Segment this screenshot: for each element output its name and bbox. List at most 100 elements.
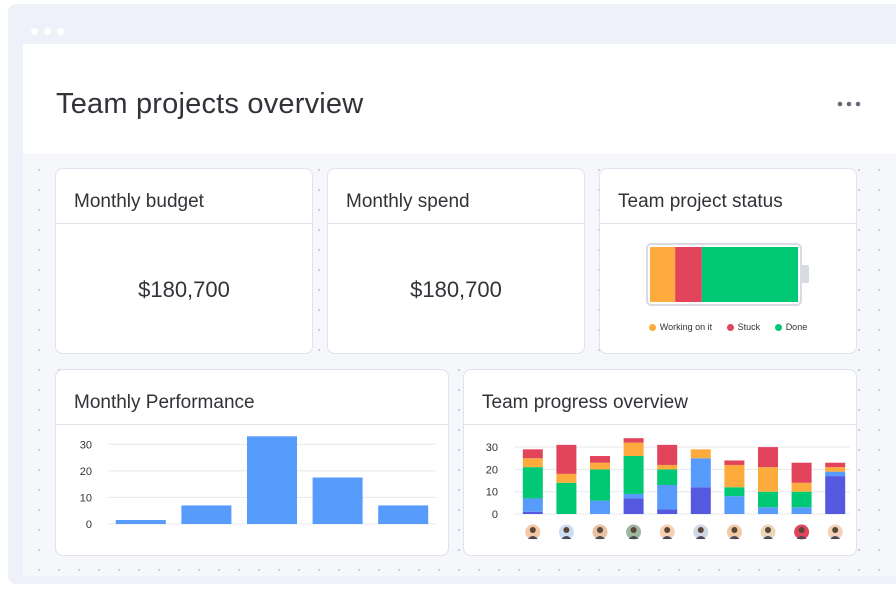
progress-bar-segment xyxy=(657,444,678,465)
legend-item-done: Done xyxy=(774,322,808,332)
progress-bar-segment xyxy=(791,507,812,514)
budget-value: $180,700 xyxy=(138,277,230,302)
progress-bar-segment xyxy=(623,442,644,457)
y-tick-label: 20 xyxy=(80,466,92,478)
more-horizontal-icon xyxy=(837,101,861,107)
y-tick-label: 10 xyxy=(486,487,498,499)
legend-label: Done xyxy=(785,322,808,332)
progress-bar-segment xyxy=(590,500,610,514)
team-progress-widget[interactable]: Team progress overview 0 10 20 30 xyxy=(463,369,857,556)
app-window: Team projects overview Monthly budget $1… xyxy=(8,4,896,584)
monthly-performance-widget[interactable]: Monthly Performance 0 10 20 30 xyxy=(55,369,449,556)
y-tick-label: 0 xyxy=(492,509,498,521)
avatar-head-icon xyxy=(731,527,738,533)
progress-bar-segment xyxy=(690,449,711,459)
progress-bar-segment xyxy=(623,493,644,499)
progress-bar-segment xyxy=(791,482,812,492)
progress-bar-segment xyxy=(758,491,778,508)
avatar-head-icon xyxy=(529,527,536,533)
legend-dot-icon xyxy=(726,323,734,331)
status-segment-done xyxy=(701,247,798,302)
progress-bar-segment xyxy=(623,456,644,494)
avatar-head-icon xyxy=(664,527,671,533)
progress-bar-segment xyxy=(758,467,778,492)
progress-bar-segment xyxy=(758,447,778,468)
more-options-button[interactable] xyxy=(836,96,866,112)
avatar-head-icon xyxy=(697,527,704,533)
legend-item-stuck: Stuck xyxy=(726,322,761,332)
widget-title: Team progress overview xyxy=(482,392,688,413)
avatar-head-icon xyxy=(832,527,839,533)
widget-title: Monthly spend xyxy=(346,191,470,212)
battery-cap xyxy=(801,265,809,283)
avatar-head-icon xyxy=(563,527,570,533)
y-tick-label: 10 xyxy=(80,492,92,504)
progress-bar-segment xyxy=(724,464,745,488)
progress-stacked-bar-chart: 0 10 20 30 xyxy=(486,438,850,541)
progress-bar-segment xyxy=(590,469,610,501)
status-legend: Working on it Stuck Done xyxy=(600,322,856,332)
window-dot-icon xyxy=(31,28,38,35)
progress-bar-segment xyxy=(657,464,678,470)
progress-bar-segment xyxy=(522,511,543,514)
widget-divider xyxy=(328,223,584,224)
dashboard-canvas: Monthly budget $180,700 Monthly spend $1… xyxy=(23,154,896,576)
progress-bar-segment xyxy=(825,471,846,477)
performance-bar xyxy=(181,505,232,524)
progress-bar-segment xyxy=(690,487,711,514)
window-dot-icon xyxy=(44,28,51,35)
progress-bar-segment xyxy=(825,467,846,472)
progress-bar-segment xyxy=(657,469,678,486)
avatar-head-icon xyxy=(798,527,805,533)
widget-divider xyxy=(464,424,856,425)
status-segment-stuck xyxy=(675,247,702,302)
monthly-budget-widget[interactable]: Monthly budget $180,700 xyxy=(55,168,313,354)
progress-bar-segment xyxy=(724,487,745,497)
legend-item-working: Working on it xyxy=(648,322,712,332)
progress-bar-segment xyxy=(724,496,745,514)
legend-dot-icon xyxy=(774,323,782,331)
progress-bar-segment xyxy=(590,456,610,463)
widget-title: Monthly Performance xyxy=(74,392,255,413)
page-title: Team projects overview xyxy=(56,88,364,120)
progress-bar-segment xyxy=(556,482,577,514)
battery-chart xyxy=(646,243,809,306)
progress-bar-segment xyxy=(522,458,543,468)
progress-bar-segment xyxy=(556,444,577,474)
y-tick-label: 30 xyxy=(486,442,498,454)
y-tick-label: 30 xyxy=(80,439,92,451)
widget-divider xyxy=(56,223,312,224)
y-tick-label: 0 xyxy=(86,519,92,531)
widget-title: Monthly budget xyxy=(74,191,204,212)
dashboard-header: Team projects overview xyxy=(23,44,896,154)
progress-bar-segment xyxy=(791,462,812,483)
progress-bar-segment xyxy=(758,507,778,514)
progress-bar-segment xyxy=(791,491,812,508)
window-titlebar xyxy=(8,4,896,44)
legend-label: Stuck xyxy=(737,322,761,332)
progress-bar-segment xyxy=(825,462,846,468)
progress-bar-segment xyxy=(657,509,678,514)
widget-divider xyxy=(600,223,856,224)
legend-dot-icon xyxy=(648,323,656,331)
widget-divider xyxy=(56,424,448,425)
progress-bar-segment xyxy=(623,498,644,514)
avatar-head-icon xyxy=(765,527,771,533)
progress-bar-segment xyxy=(522,467,543,499)
progress-bar-segment xyxy=(657,485,678,510)
window-dot-icon xyxy=(57,28,64,35)
monthly-spend-widget[interactable]: Monthly spend $180,700 xyxy=(327,168,585,354)
spend-value: $180,700 xyxy=(410,277,502,302)
progress-bar-segment xyxy=(623,438,644,443)
performance-bar xyxy=(378,505,429,524)
team-project-status-widget[interactable]: Team project status Working on it Stuck … xyxy=(599,168,857,354)
widget-title: Team project status xyxy=(618,191,783,212)
progress-bar-segment xyxy=(724,460,745,465)
progress-bar-segment xyxy=(522,498,543,512)
performance-bar xyxy=(247,436,297,524)
progress-bar-segment xyxy=(590,462,610,470)
y-tick-label: 20 xyxy=(486,464,498,476)
performance-bar xyxy=(312,477,363,524)
avatar-head-icon xyxy=(630,527,637,533)
status-segment-working-on-it xyxy=(650,247,676,302)
